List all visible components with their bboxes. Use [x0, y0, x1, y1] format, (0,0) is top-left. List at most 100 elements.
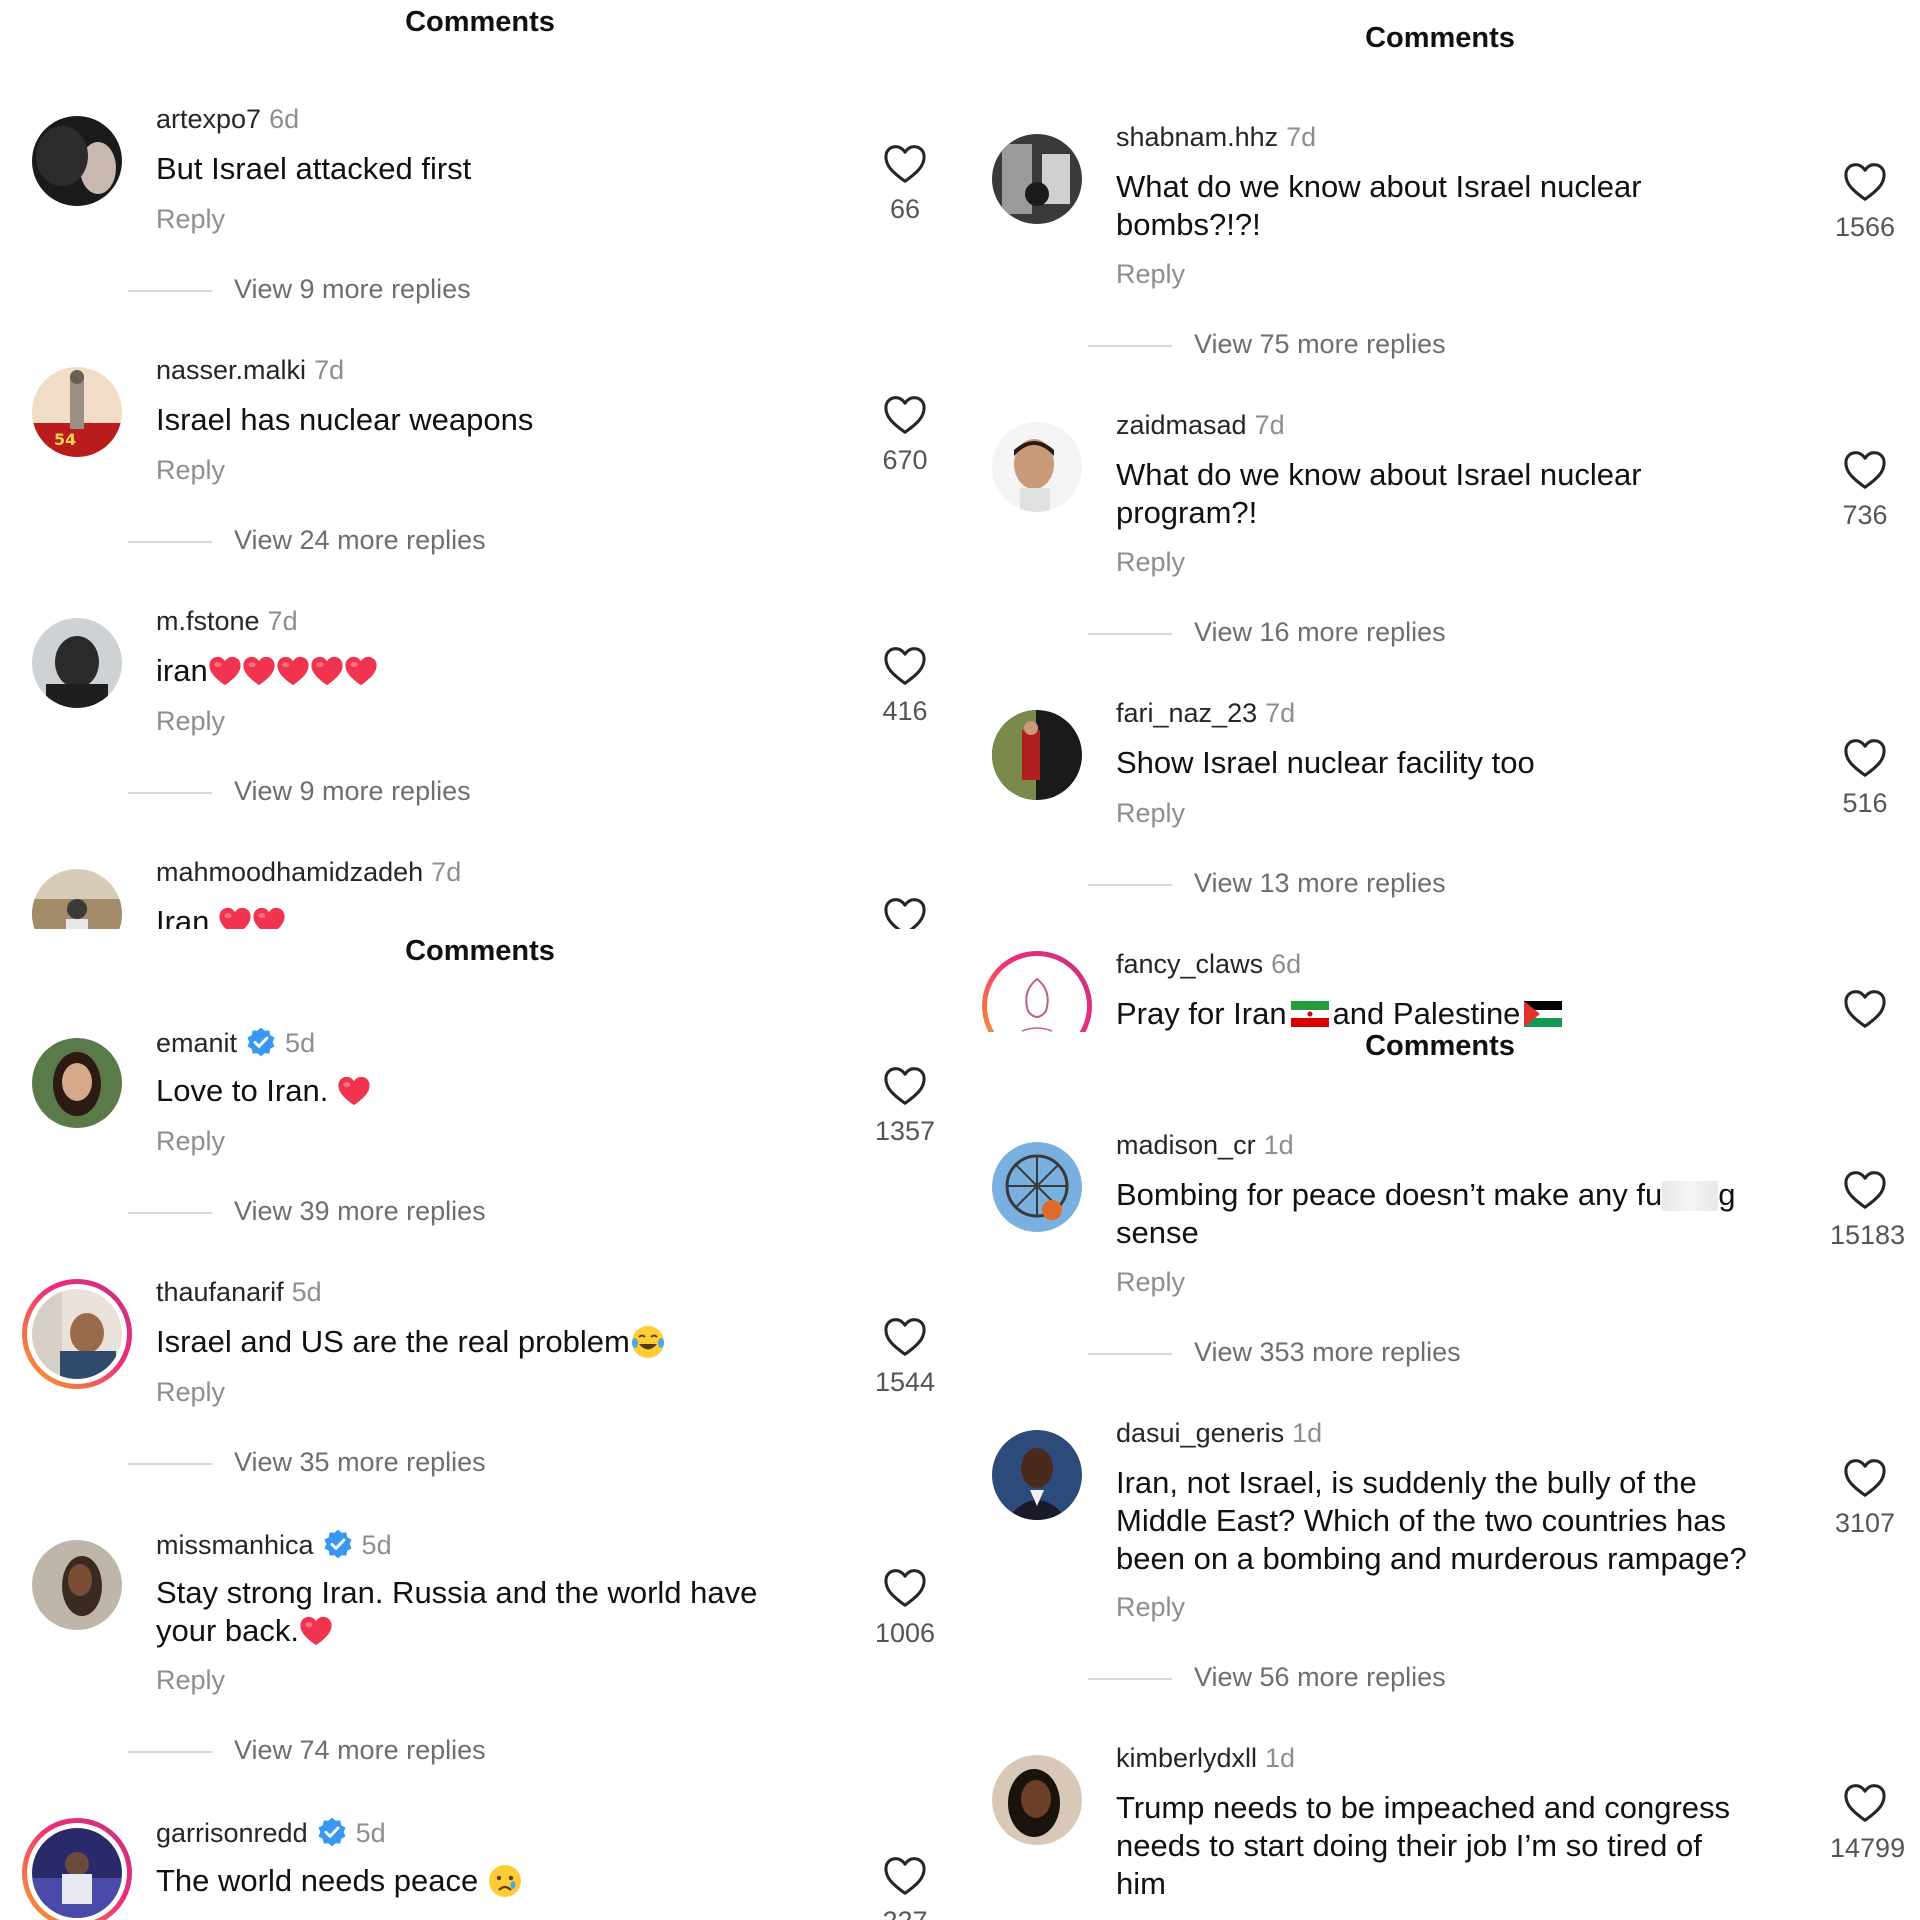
heart-icon[interactable] [883, 1317, 927, 1357]
avatar-with-story-ring[interactable] [22, 1279, 132, 1389]
reply-button[interactable]: Reply [1116, 1267, 1185, 1298]
like-button[interactable]: 14799 [1830, 1783, 1905, 1864]
reply-button[interactable]: Reply [1116, 547, 1185, 578]
username[interactable]: artexpo7 [156, 104, 261, 134]
view-more-replies[interactable]: View 13 more replies [1088, 868, 1446, 899]
comment-text: Trump needs to be impeached and congress… [1116, 1790, 1731, 1901]
avatar[interactable] [32, 1038, 122, 1128]
heart-icon[interactable] [1843, 1783, 1887, 1823]
reply-button[interactable]: Reply [1116, 259, 1185, 290]
like-button[interactable] [1830, 989, 1900, 1029]
comment-text: But Israel attacked first [156, 151, 472, 186]
view-more-replies[interactable]: View 35 more replies [128, 1447, 486, 1478]
like-button[interactable]: 736 [1830, 450, 1900, 531]
username[interactable]: garrisonredd [156, 1818, 308, 1848]
view-more-replies[interactable]: View 9 more replies [128, 274, 471, 305]
avatar[interactable] [992, 710, 1082, 800]
like-count: 1544 [874, 1367, 936, 1397]
like-button[interactable]: 670 [870, 395, 940, 476]
reply-button[interactable]: Reply [156, 1126, 225, 1157]
view-more-replies[interactable]: View 56 more replies [1088, 1662, 1446, 1693]
avatar-with-story-ring[interactable] [22, 1818, 132, 1920]
username[interactable]: missmanhica [156, 1530, 314, 1560]
view-more-replies[interactable]: View 16 more replies [1088, 617, 1446, 648]
like-button[interactable]: 516 [1830, 738, 1900, 819]
comment-text: What do we know about Israel nuclear bomb… [1116, 169, 1642, 242]
divider-line [128, 791, 212, 794]
timestamp: 7d [1286, 122, 1317, 152]
view-more-replies[interactable]: View 24 more replies [128, 525, 486, 556]
like-button[interactable]: 1566 [1830, 162, 1900, 243]
avatar[interactable] [32, 116, 122, 206]
divider-line [128, 1750, 212, 1753]
username[interactable]: nasser.malki [156, 355, 306, 385]
like-button[interactable]: 66 [870, 144, 940, 225]
view-more-replies[interactable]: View 74 more replies [128, 1735, 486, 1766]
reply-button[interactable]: Reply [156, 1377, 225, 1408]
reply-button[interactable]: Reply [156, 204, 225, 235]
avatar-with-story-ring[interactable] [982, 951, 1092, 1032]
username[interactable]: zaidmasad [1116, 410, 1247, 440]
heart-icon[interactable] [883, 395, 927, 435]
like-button[interactable]: 1006 [870, 1568, 940, 1649]
censored-text [1662, 1181, 1719, 1211]
heart-icon[interactable] [883, 1066, 927, 1106]
red-heart-emoji [310, 655, 344, 687]
like-button[interactable]: 227 [870, 1856, 940, 1920]
timestamp: 7d [267, 606, 298, 636]
avatar[interactable] [32, 1540, 122, 1630]
avatar[interactable] [992, 1142, 1082, 1232]
view-more-replies[interactable]: View 353 more replies [1088, 1337, 1461, 1368]
like-count: 670 [882, 445, 928, 475]
avatar[interactable] [992, 1430, 1082, 1520]
heart-icon[interactable] [1843, 738, 1887, 778]
username[interactable]: emanit [156, 1028, 237, 1058]
username[interactable]: fari_naz_23 [1116, 698, 1257, 728]
avatar[interactable] [32, 869, 122, 929]
heart-icon[interactable] [883, 1568, 927, 1608]
reply-button[interactable]: Reply [156, 1665, 225, 1696]
like-button[interactable]: 416 [870, 646, 940, 727]
avatar[interactable] [992, 422, 1082, 512]
view-more-replies[interactable]: View 75 more replies [1088, 329, 1446, 360]
heart-icon[interactable] [883, 1856, 927, 1896]
heart-icon[interactable] [883, 646, 927, 686]
like-button[interactable]: 15183 [1830, 1170, 1905, 1251]
like-button[interactable]: 1357 [870, 1066, 940, 1147]
timestamp: 5d [285, 1028, 316, 1058]
heart-icon[interactable] [1843, 450, 1887, 490]
verified-badge-icon [245, 1026, 277, 1058]
view-more-replies[interactable]: View 9 more replies [128, 776, 471, 807]
avatar[interactable] [992, 134, 1082, 224]
like-button[interactable]: 3107 [1830, 1458, 1900, 1539]
red-heart-emoji [344, 655, 378, 687]
reply-button[interactable]: Reply [156, 706, 225, 737]
username[interactable]: fancy_claws [1116, 949, 1263, 979]
divider-line [1088, 344, 1172, 347]
view-more-replies[interactable]: View 39 more replies [128, 1196, 486, 1227]
reply-button[interactable]: Reply [1116, 1592, 1185, 1623]
red-heart-emoji [218, 906, 252, 929]
username[interactable]: m.fstone [156, 606, 260, 636]
like-button[interactable]: 1544 [870, 1317, 940, 1398]
avatar[interactable] [32, 618, 122, 708]
avatar[interactable] [992, 1755, 1082, 1845]
heart-icon[interactable] [883, 897, 927, 929]
reply-button[interactable]: Reply [156, 455, 225, 486]
username[interactable]: thaufanarif [156, 1277, 284, 1307]
heart-icon[interactable] [1843, 1458, 1887, 1498]
username[interactable]: shabnam.hhz [1116, 122, 1278, 152]
username[interactable]: kimberlydxll [1116, 1743, 1257, 1773]
username[interactable]: mahmoodhamidzadeh [156, 857, 423, 887]
avatar[interactable]: 54 [32, 367, 122, 457]
heart-icon[interactable] [883, 144, 927, 184]
iran-flag-emoji [1290, 1001, 1329, 1027]
username[interactable]: dasui_generis [1116, 1418, 1284, 1448]
heart-icon[interactable] [1843, 1170, 1887, 1210]
reply-button[interactable]: Reply [1116, 798, 1185, 829]
svg-text:54: 54 [54, 430, 76, 449]
heart-icon[interactable] [1843, 162, 1887, 202]
heart-icon[interactable] [1843, 989, 1887, 1029]
like-button[interactable] [870, 897, 940, 929]
username[interactable]: madison_cr [1116, 1130, 1256, 1160]
